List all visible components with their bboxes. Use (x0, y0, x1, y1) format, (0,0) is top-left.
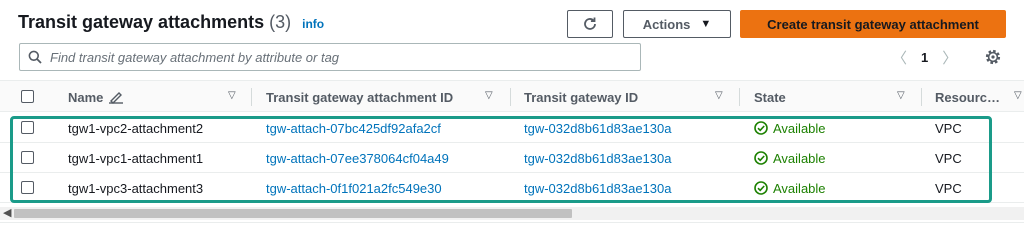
column-resource-label: Resourc… (935, 89, 1001, 105)
sort-icon[interactable]: ▽ (228, 90, 236, 101)
create-attachment-label: Create transit gateway attachment (767, 16, 979, 32)
edit-icon (109, 92, 124, 104)
divider (0, 222, 1024, 223)
scroll-left-icon[interactable]: ◀ (3, 206, 11, 219)
column-divider[interactable] (251, 88, 252, 106)
caret-down-icon: ▼ (700, 18, 712, 30)
horizontal-scrollbar[interactable]: ◀ (0, 207, 1024, 220)
title-text: Transit gateway attachments (18, 12, 265, 32)
create-attachment-button[interactable]: Create transit gateway attachment (740, 10, 1006, 38)
sort-icon[interactable]: ▽ (897, 90, 905, 101)
page-title: Transit gateway attachments (3) info (18, 12, 324, 33)
attachment-count: (3) (269, 12, 292, 32)
info-link[interactable]: info (302, 17, 324, 31)
chevron-left-icon[interactable]: 〈 (892, 47, 907, 68)
sort-icon[interactable]: ▽ (1014, 90, 1022, 101)
chevron-right-icon[interactable]: 〉 (942, 47, 957, 68)
column-gateway-id-label: Transit gateway ID (524, 89, 639, 105)
column-divider[interactable] (921, 88, 922, 106)
gear-icon[interactable] (983, 47, 1003, 67)
search-field[interactable] (19, 43, 641, 71)
search-input[interactable] (50, 49, 610, 65)
column-name-label: Name (68, 89, 104, 105)
column-header-gateway-id[interactable]: Transit gateway ID (524, 81, 638, 113)
actions-label: Actions (642, 16, 691, 32)
column-header-state[interactable]: State (754, 81, 786, 113)
rows-highlight-box (10, 116, 992, 203)
table-header-bar: Transit gateway attachments (3) info Act… (0, 0, 1024, 80)
actions-button[interactable]: Actions ▼ (623, 10, 731, 38)
column-divider[interactable] (510, 88, 511, 106)
refresh-button[interactable] (567, 10, 613, 38)
scrollbar-thumb[interactable] (14, 209, 572, 218)
search-icon (28, 50, 42, 64)
current-page[interactable]: 1 (921, 50, 928, 65)
column-state-label: State (754, 89, 786, 105)
sort-icon[interactable]: ▽ (485, 90, 493, 101)
refresh-icon (584, 17, 596, 30)
pagination: 〈 1 〉 (892, 44, 957, 70)
select-all-checkbox[interactable] (21, 90, 34, 103)
table-column-headers: Name ▽ Transit gateway attachment ID ▽ T… (0, 80, 1024, 112)
column-divider[interactable] (739, 88, 740, 106)
column-header-attachment-id[interactable]: Transit gateway attachment ID (266, 81, 453, 113)
column-header-resource[interactable]: Resourc… (935, 81, 1000, 113)
column-header-name[interactable]: Name (68, 81, 124, 113)
sort-icon[interactable]: ▽ (715, 90, 723, 101)
column-attachment-id-label: Transit gateway attachment ID (266, 89, 454, 105)
